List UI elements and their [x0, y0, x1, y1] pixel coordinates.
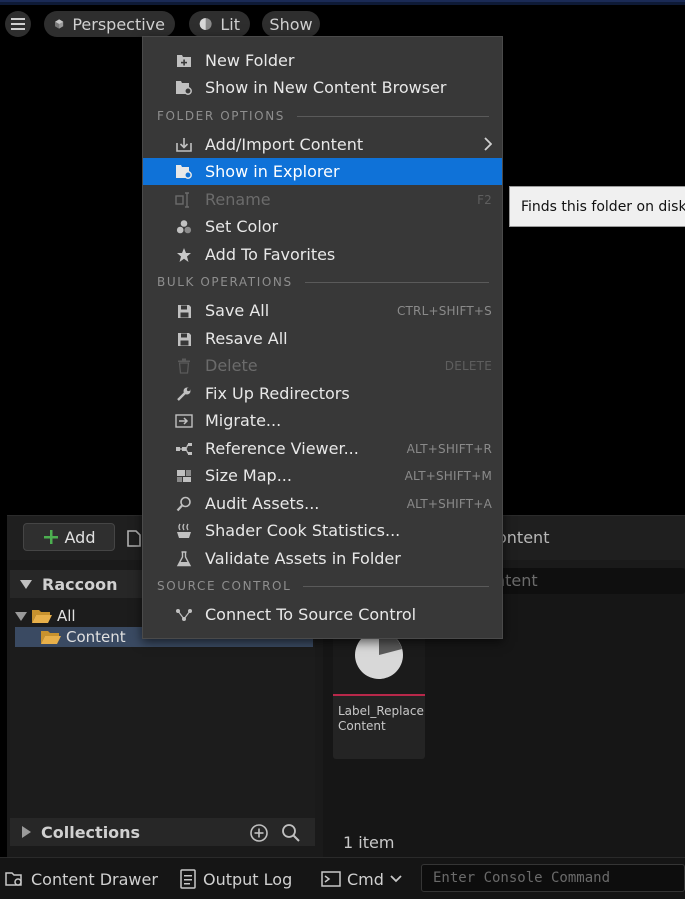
menu-item-set-color[interactable]: Set Color [143, 213, 502, 240]
plus-icon [43, 530, 58, 544]
asset-name: Label_Replace Content [338, 704, 424, 733]
new-folder-icon [175, 52, 193, 70]
viewport-menu-button[interactable] [5, 11, 31, 37]
collections-header[interactable]: Collections [10, 818, 315, 846]
lit-sphere-icon [199, 18, 212, 30]
star-icon [175, 246, 193, 264]
menu-item-audit-assets[interactable]: Audit Assets... ALT+SHIFT+A [143, 490, 502, 517]
content-drawer-icon [5, 872, 22, 886]
menu-item-migrate[interactable]: Migrate... [143, 407, 502, 434]
save-icon [175, 302, 193, 320]
terminal-icon [321, 871, 341, 887]
menu-item-validate-assets-in-folder[interactable]: Validate Assets in Folder [143, 545, 502, 572]
collections-label: Collections [41, 822, 141, 842]
folder-context-menu: New Folder Show in New Content Browser F… [142, 36, 503, 639]
path-breadcrumb[interactable]: ontent [497, 528, 549, 547]
output-log-button[interactable]: Output Log [179, 866, 292, 892]
viewport-top-border [0, 0, 685, 5]
size-map-icon [175, 467, 193, 485]
chevron-down-icon [390, 875, 402, 883]
tree-item-all[interactable]: All [15, 606, 76, 626]
asset-type-bar [333, 694, 425, 696]
menu-item-reference-viewer[interactable]: Reference Viewer... ALT+SHIFT+R [143, 435, 502, 462]
status-bar: Content Drawer Output Log Cmd Enter Cons… [0, 857, 685, 899]
menu-item-add-to-favorites[interactable]: Add To Favorites [143, 241, 502, 268]
menu-item-add-import-content[interactable]: Add/Import Content [143, 131, 502, 158]
section-source-control: SOURCE CONTROL [157, 579, 489, 593]
perspective-button[interactable]: Perspective [44, 11, 175, 37]
color-icon [175, 218, 193, 236]
show-label: Show [269, 14, 313, 34]
folder-open-icon [41, 631, 61, 644]
console-command-input[interactable]: Enter Console Command [421, 864, 685, 892]
menu-item-shader-cook-statistics[interactable]: Shader Cook Statistics... [143, 517, 502, 544]
perspective-label: Perspective [72, 14, 165, 34]
audit-icon [175, 495, 193, 513]
menu-item-show-in-new-content-browser[interactable]: Show in New Content Browser [143, 74, 502, 101]
delete-icon [175, 357, 193, 375]
cmd-dropdown[interactable]: Cmd [321, 866, 402, 892]
menu-item-new-folder[interactable]: New Folder [143, 47, 502, 74]
import-icon[interactable] [127, 529, 141, 547]
save-icon [175, 330, 193, 348]
menu-item-save-all[interactable]: Save All CTRL+SHIFT+S [143, 297, 502, 324]
menu-item-rename[interactable]: Rename F2 [143, 186, 502, 213]
explorer-icon [175, 163, 193, 181]
menu-item-fix-up-redirectors[interactable]: Fix Up Redirectors [143, 380, 502, 407]
migrate-icon [175, 412, 193, 430]
add-collection-icon[interactable] [249, 823, 269, 843]
content-drawer-button[interactable]: Content Drawer [5, 866, 158, 892]
add-label: Add [64, 527, 96, 547]
rename-icon [175, 191, 193, 209]
lit-label: Lit [220, 14, 240, 34]
wrench-icon [175, 385, 193, 403]
show-button[interactable]: Show [262, 11, 320, 37]
cube-icon [55, 19, 64, 29]
import-icon [175, 136, 193, 154]
menu-item-resave-all[interactable]: Resave All [143, 325, 502, 352]
log-icon [180, 869, 196, 889]
hamburger-icon [11, 18, 25, 30]
section-bulk-operations: BULK OPERATIONS [157, 275, 489, 289]
lit-button[interactable]: Lit [189, 11, 250, 37]
tree-item-label: Content [66, 628, 126, 646]
folder-open-icon [32, 610, 52, 623]
output-log-label: Output Log [203, 869, 293, 889]
tree-item-label: All [57, 607, 76, 625]
add-button[interactable]: Add [23, 523, 115, 551]
expand-arrow-icon [15, 611, 27, 621]
chevron-right-icon [22, 826, 31, 838]
search-icon[interactable] [281, 823, 301, 843]
shader-icon [175, 522, 193, 540]
chevron-down-icon [20, 579, 32, 589]
flask-icon [175, 550, 193, 568]
section-folder-options: FOLDER OPTIONS [157, 109, 489, 123]
menu-item-connect-to-source-control[interactable]: Connect To Source Control [143, 601, 502, 628]
sources-root-label: Raccoon [42, 574, 118, 594]
reference-viewer-icon [175, 440, 193, 458]
cmd-label: Cmd [347, 869, 384, 889]
menu-item-delete[interactable]: Delete DELETE [143, 352, 502, 379]
content-browser-icon [175, 79, 193, 97]
content-drawer-label: Content Drawer [31, 869, 158, 889]
menu-item-show-in-explorer[interactable]: Show in Explorer [143, 158, 502, 185]
item-count: 1 item [343, 833, 395, 852]
menu-item-size-map[interactable]: Size Map... ALT+SHIFT+M [143, 462, 502, 489]
submenu-arrow-icon [484, 137, 492, 151]
show-in-explorer-tooltip: Finds this folder on disk. [509, 186, 685, 227]
source-control-icon [175, 606, 193, 624]
